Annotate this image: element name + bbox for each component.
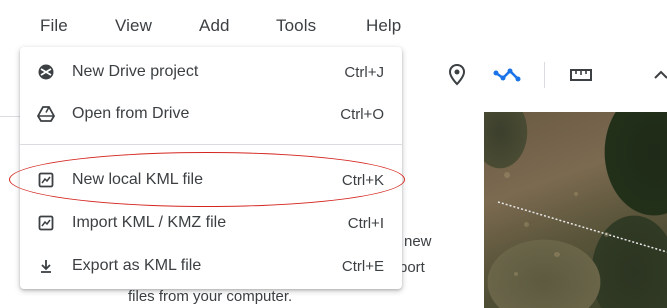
- panel-text-new: new: [404, 233, 432, 250]
- menu-item-label: Open from Drive: [72, 105, 190, 122]
- drive-project-icon: [36, 62, 56, 82]
- menu-item-new-drive-project[interactable]: New Drive project Ctrl+J: [20, 52, 402, 92]
- ruler-icon[interactable]: [566, 60, 596, 90]
- shortcut-label: Ctrl+O: [340, 105, 384, 123]
- menu-item-export-as-kml-file[interactable]: Export as KML file Ctrl+E: [20, 246, 402, 286]
- placemark-icon[interactable]: [442, 60, 472, 90]
- panel-text-files: files from your computer.: [128, 288, 293, 305]
- menu-help[interactable]: Help: [366, 16, 401, 36]
- menu-item-label: New Drive project: [72, 63, 199, 80]
- download-icon: [36, 256, 56, 276]
- kml-file-icon: [36, 213, 56, 233]
- map-view[interactable]: [484, 112, 667, 308]
- menu-item-label: Import KML / KMZ file: [72, 214, 227, 231]
- menu-divider: [20, 144, 402, 145]
- google-drive-icon: [36, 104, 56, 124]
- menu-add[interactable]: Add: [199, 16, 230, 36]
- shortcut-label: Ctrl+I: [347, 214, 384, 232]
- highlight-annotation: [9, 152, 405, 207]
- menu-item-import-kml-kmz-file[interactable]: Import KML / KMZ file Ctrl+I: [20, 203, 402, 243]
- menu-item-open-from-drive[interactable]: Open from Drive Ctrl+O: [20, 94, 402, 134]
- menu-view[interactable]: View: [115, 16, 152, 36]
- menu-bar: File View Add Tools Help: [0, 0, 667, 48]
- chevron-up-icon[interactable]: [646, 60, 667, 90]
- menu-tools[interactable]: Tools: [276, 16, 316, 36]
- menu-item-label: Export as KML file: [72, 257, 202, 274]
- toolbar-divider: [544, 62, 545, 88]
- shortcut-label: Ctrl+E: [341, 257, 384, 275]
- menu-file[interactable]: File: [40, 16, 68, 36]
- panel-text-port: port: [399, 259, 425, 276]
- shortcut-label: Ctrl+J: [344, 63, 384, 81]
- path-icon[interactable]: [493, 60, 523, 90]
